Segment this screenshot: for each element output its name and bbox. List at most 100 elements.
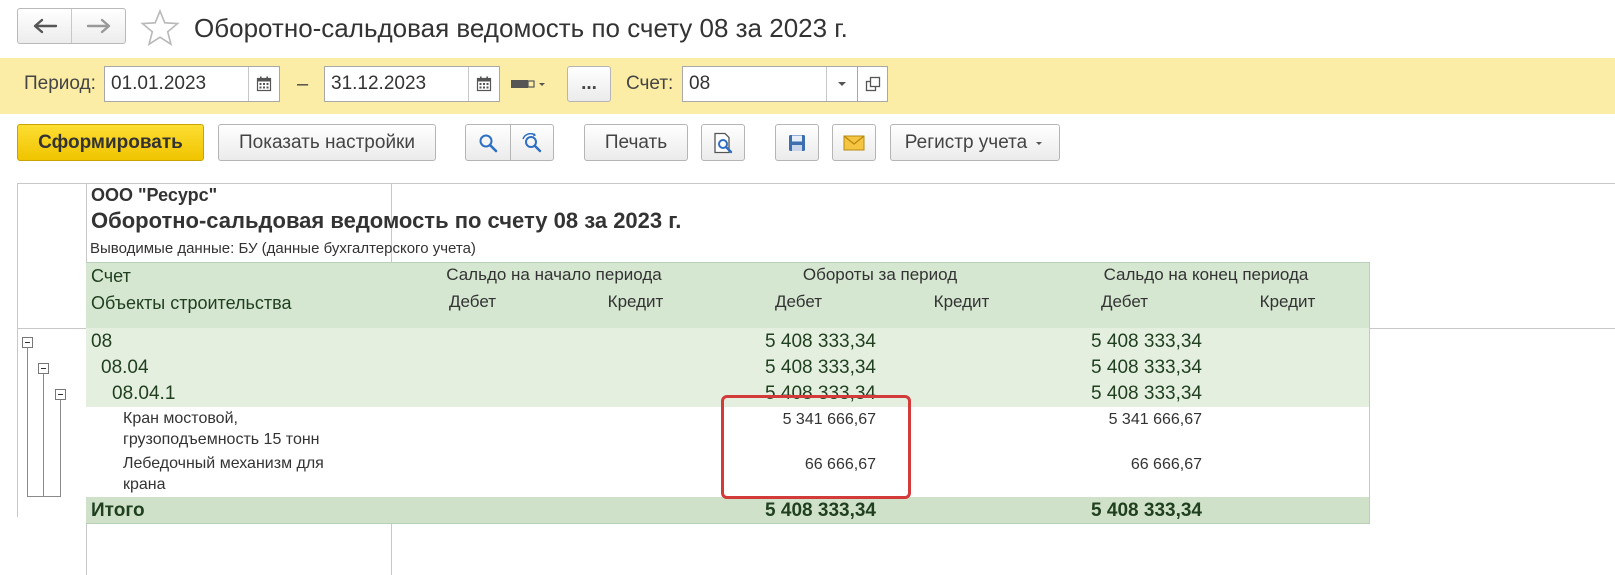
generate-button[interactable]: Сформировать [17, 124, 204, 161]
date-to-field[interactable]: 31.12.2023 [324, 66, 500, 102]
header-opening-credit: Кредит [607, 292, 664, 311]
organization-name: ООО "Ресурс" [91, 185, 218, 205]
row-account-08-04: 08.04 [101, 357, 149, 378]
print-preview-icon [714, 132, 733, 153]
row-account-08: 08 [91, 331, 113, 352]
sheet-top-border [17, 183, 1615, 184]
account-register-button[interactable]: Регистр учета [890, 124, 1060, 161]
row-winch-label-line2: крана [123, 476, 166, 493]
row-crane-label-line2: грузоподъемность 15 тонн [123, 431, 320, 448]
date-to-value: 31.12.2023 [331, 73, 427, 94]
row-crane-closing-debit: 5 341 666,67 [1108, 411, 1202, 428]
row-cell [554, 380, 718, 408]
report-heading: Оборотно-сальдовая ведомость по счету 08… [91, 208, 682, 233]
send-email-button[interactable] [832, 124, 876, 161]
gutter-header-line [17, 328, 86, 329]
header-turnover: Обороты за период [802, 265, 958, 284]
save-button[interactable] [775, 124, 819, 161]
account-dropdown-button[interactable] [826, 67, 857, 101]
row-cell [554, 328, 718, 355]
favorite-star-icon[interactable] [140, 8, 180, 48]
dropdown-arrow-icon [539, 83, 545, 86]
row-crane-label-line1: Кран мостовой, [123, 410, 238, 427]
header-account: Счет [91, 266, 131, 286]
row-cell [554, 407, 718, 453]
total-cell [391, 497, 555, 524]
calendar-icon [256, 76, 272, 92]
row-cell [880, 354, 1044, 381]
row-08-turnover-debit: 5 408 333,34 [765, 331, 876, 352]
account-value: 08 [689, 73, 711, 94]
date-from-calendar-button[interactable] [248, 67, 279, 101]
row-cell [391, 380, 555, 408]
row-label-cell [86, 328, 392, 355]
row-cell [391, 328, 555, 355]
total-closing-debit: 5 408 333,34 [1091, 500, 1202, 521]
row-08-04-1-closing-debit: 5 408 333,34 [1091, 383, 1202, 404]
search-next-button[interactable] [510, 124, 554, 161]
period-variant-icon [511, 80, 535, 88]
header-opening-debit: Дебет [449, 292, 496, 311]
period-label: Период: [24, 73, 96, 94]
account-register-label: Регистр учета [904, 131, 1028, 153]
row-cell [391, 407, 555, 453]
total-cell [1206, 497, 1370, 524]
row-cell [554, 452, 718, 498]
total-turnover-debit: 5 408 333,34 [765, 500, 876, 521]
period-variant-selector[interactable] [510, 74, 554, 94]
sheet-left-border [17, 183, 18, 517]
collapse-group-08-04-1-toggle[interactable] [55, 389, 66, 400]
forward-button[interactable] [71, 9, 125, 43]
print-button[interactable]: Печать [584, 124, 688, 161]
search-icon [479, 134, 498, 152]
row-cell [1206, 452, 1370, 498]
back-button[interactable] [18, 9, 71, 43]
total-label: Итого [91, 500, 145, 521]
header-closing-balance: Сальдо на конец периода [1103, 265, 1309, 284]
account-open-button[interactable] [857, 66, 888, 102]
group-tree-line [27, 348, 28, 496]
back-arrow-icon [33, 18, 57, 34]
collapse-group-08-04-toggle[interactable] [38, 363, 49, 374]
highlight-frame [721, 395, 911, 499]
row-cell [1206, 328, 1370, 355]
report-spreadsheet[interactable]: ООО "Ресурс" Оборотно-сальдовая ведомост… [17, 183, 1615, 575]
total-cell [554, 497, 718, 524]
total-cell [880, 497, 1044, 524]
row-08-04-turnover-debit: 5 408 333,34 [765, 357, 876, 378]
account-label: Счет: [626, 73, 674, 94]
header-opening-balance: Сальдо на начало периода [446, 265, 662, 284]
history-navigation [17, 8, 126, 44]
show-settings-button[interactable]: Показать настройки [218, 124, 436, 161]
row-account-08-04-1: 08.04.1 [112, 383, 176, 404]
account-field[interactable]: 08 [682, 66, 858, 102]
search-next-icon [522, 132, 542, 152]
header-closing-credit: Кредит [1259, 292, 1316, 311]
forward-arrow-icon [86, 18, 110, 34]
group-tree-line [27, 496, 61, 497]
date-to-calendar-button[interactable] [468, 67, 499, 101]
row-08-closing-debit: 5 408 333,34 [1091, 331, 1202, 352]
row-cell [880, 328, 1044, 355]
calendar-icon [476, 76, 492, 92]
row-cell [391, 354, 555, 381]
header-objects: Объекты строительства [91, 293, 292, 313]
collapse-group-08-toggle[interactable] [22, 337, 33, 348]
date-from-field[interactable]: 01.01.2023 [104, 66, 280, 102]
choose-period-button[interactable]: ... [567, 66, 611, 102]
sheet-header-line [1370, 328, 1615, 329]
mail-icon [843, 134, 865, 150]
output-data-note: Выводимые данные: БУ (данные бухгалтерск… [90, 240, 476, 257]
row-cell [554, 354, 718, 381]
row-winch-label-line1: Лебедочный механизм для [123, 455, 324, 472]
print-preview-button[interactable] [701, 124, 745, 161]
row-08-04-closing-debit: 5 408 333,34 [1091, 357, 1202, 378]
period-dash: – [297, 73, 309, 95]
group-tree-line [43, 374, 44, 496]
row-winch-closing-debit: 66 666,67 [1130, 456, 1202, 473]
dropdown-arrow-icon [838, 82, 846, 86]
date-from-value: 01.01.2023 [111, 73, 207, 94]
dropdown-arrow-icon [1036, 141, 1043, 145]
search-button[interactable] [465, 124, 511, 161]
page-title: Оборотно-сальдовая ведомость по счету 08… [194, 13, 848, 43]
